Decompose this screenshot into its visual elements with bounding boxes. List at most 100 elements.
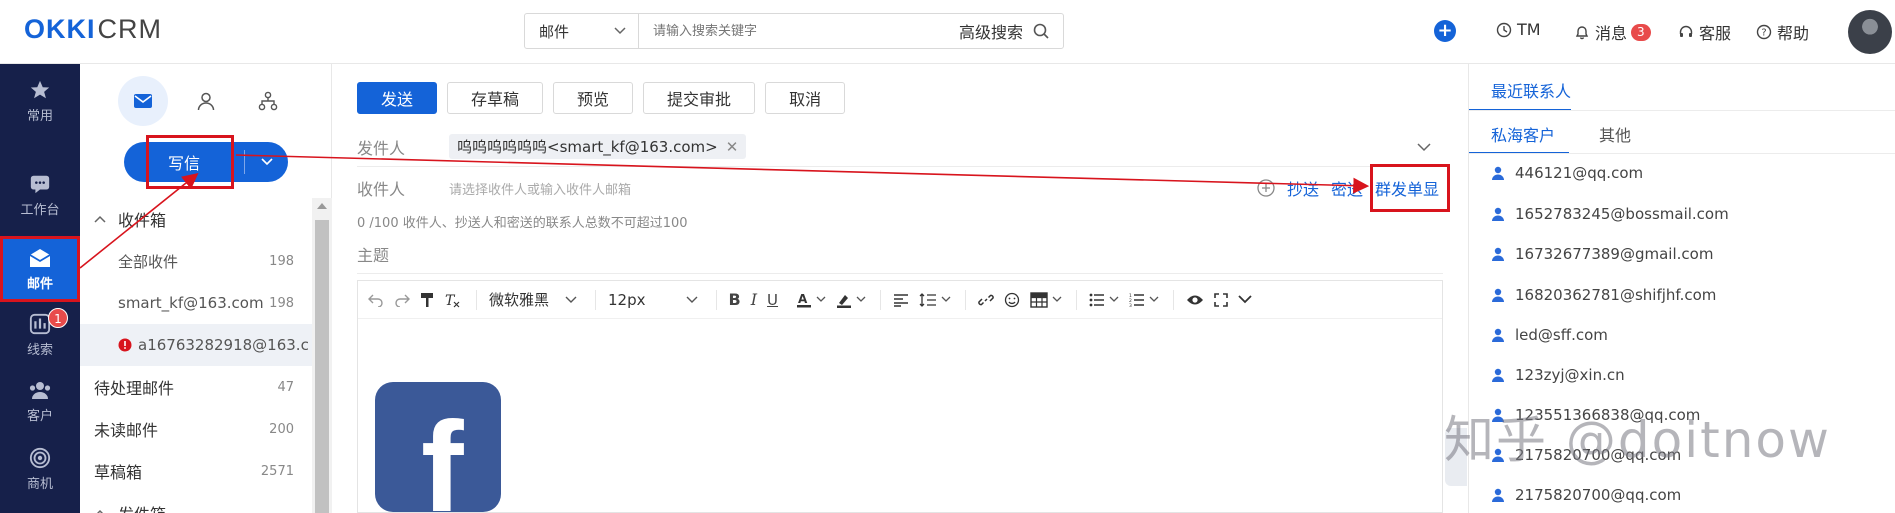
nav-label: 商机 <box>26 476 53 492</box>
folder-drafts[interactable]: 草稿箱 2571 <box>80 450 312 492</box>
emoji-icon[interactable] <box>1004 292 1020 308</box>
link-icon[interactable] <box>978 292 994 308</box>
tab-contacts[interactable] <box>181 76 231 126</box>
subject-input[interactable]: 主题 <box>357 234 1443 274</box>
nav-item-clues[interactable]: 线索 1 <box>0 302 80 368</box>
folder-account-smart-kf[interactable]: smart_kf@163.com 198 <box>80 282 312 324</box>
cancel-button[interactable]: 取消 <box>765 82 846 114</box>
person-icon <box>1492 207 1504 221</box>
folder-label: 草稿箱 <box>94 463 143 482</box>
tab-private-customers[interactable]: 私海客户 <box>1491 122 1555 146</box>
chevron-down-icon[interactable] <box>1417 143 1431 152</box>
sender-value: 呜呜呜呜呜呜<smart_kf@163.com> <box>457 138 718 156</box>
logo-product: CRM <box>97 14 162 44</box>
bold-icon[interactable]: B <box>729 290 741 309</box>
italic-icon[interactable]: I <box>751 290 757 309</box>
contact-item[interactable]: 16732677389@gmail.com <box>1491 245 1713 263</box>
tm-link[interactable]: TM <box>1496 20 1541 39</box>
advanced-search-link[interactable]: 高级搜索 <box>949 19 1033 43</box>
nav-item-mail[interactable]: 邮件 <box>0 236 80 302</box>
highlight-color-icon[interactable] <box>836 292 852 308</box>
underline-icon[interactable]: U <box>767 291 778 309</box>
font-size-value: 12px <box>608 290 646 309</box>
scrollbar-thumb[interactable] <box>315 220 329 513</box>
svg-text:A: A <box>798 292 808 306</box>
table-icon[interactable] <box>1030 291 1048 308</box>
tab-mail[interactable] <box>118 76 168 126</box>
tab-recent-contacts[interactable]: 最近联系人 <box>1491 78 1571 102</box>
contact-email: 446121@qq.com <box>1515 164 1644 182</box>
preview-button[interactable]: 预览 <box>553 82 634 114</box>
contact-item[interactable]: 446121@qq.com <box>1491 164 1643 182</box>
nav-item-workbench[interactable]: 工作台 <box>0 162 80 228</box>
font-color-icon[interactable]: A <box>796 292 812 308</box>
nav-item-opportunities[interactable]: 商机 <box>0 436 80 502</box>
logo[interactable]: OKKICRM <box>24 14 162 45</box>
chevron-down-icon <box>614 27 626 35</box>
clear-format-icon[interactable]: T <box>444 292 460 308</box>
nav-item-favorites[interactable]: 常用 <box>0 68 80 134</box>
contact-item[interactable]: 2175820700@qq.com <box>1491 486 1681 504</box>
tab-organization[interactable] <box>243 76 293 126</box>
search-input[interactable] <box>639 14 949 48</box>
facebook-logo-image: f <box>375 382 501 512</box>
add-circle-icon[interactable] <box>1257 179 1275 197</box>
folder-unread[interactable]: 未读邮件 200 <box>80 408 312 450</box>
bcc-link[interactable]: 密送 <box>1331 176 1363 200</box>
folder-label: 全部收件 <box>118 252 179 271</box>
numbered-list-icon[interactable]: 123 <box>1129 293 1145 307</box>
eye-icon[interactable] <box>1186 294 1204 306</box>
rich-text-editor[interactable]: T 微软雅黑 12px B I U A 1 2 3 f <box>357 280 1443 513</box>
service-link[interactable]: 客服 <box>1678 20 1731 44</box>
sender-chip[interactable]: 呜呜呜呜呜呜<smart_kf@163.com> ✕ <box>449 134 747 159</box>
mail-icon <box>29 248 51 267</box>
folder-inbox[interactable]: 收件箱 <box>80 198 312 240</box>
nav-item-customers[interactable]: 客户 <box>0 368 80 434</box>
contact-item[interactable]: led@sff.com <box>1491 326 1608 344</box>
chevron-down-icon[interactable] <box>941 296 951 303</box>
remove-sender-icon[interactable]: ✕ <box>726 138 739 156</box>
scroll-up-arrow-icon[interactable] <box>317 203 327 209</box>
folder-outbox[interactable]: 发件箱 <box>80 492 312 513</box>
folder-label: 待处理邮件 <box>94 379 175 398</box>
search-category-select[interactable]: 邮件 <box>525 14 639 48</box>
folder-account-a16763282918[interactable]: a16763282918@163.c <box>80 324 312 366</box>
chevron-down-icon[interactable] <box>856 296 866 303</box>
redo-icon[interactable] <box>394 293 410 307</box>
cc-link[interactable]: 抄送 <box>1287 176 1319 200</box>
messages-link[interactable]: 消息 3 <box>1574 20 1651 44</box>
folder-all-inbox[interactable]: 全部收件 198 <box>80 240 312 282</box>
line-height-icon[interactable] <box>919 292 937 307</box>
folder-scrollbar[interactable] <box>312 198 332 513</box>
font-size-select[interactable]: 12px <box>608 291 698 309</box>
contact-item[interactable]: 1652783245@bossmail.com <box>1491 205 1729 223</box>
chevron-down-icon[interactable] <box>816 296 826 303</box>
chevron-down-icon[interactable] <box>1149 296 1159 303</box>
save-draft-button[interactable]: 存草稿 <box>447 82 544 114</box>
tab-other[interactable]: 其他 <box>1599 122 1631 146</box>
more-options-chevron-icon[interactable] <box>1238 295 1252 304</box>
bullet-list-icon[interactable] <box>1089 293 1105 307</box>
avatar[interactable] <box>1848 10 1892 54</box>
align-left-icon[interactable] <box>893 293 909 307</box>
contact-item[interactable]: 123zyj@xin.cn <box>1491 366 1625 384</box>
chat-icon <box>30 175 50 193</box>
undo-icon[interactable] <box>368 293 384 307</box>
format-painter-icon[interactable] <box>420 292 434 308</box>
contact-item[interactable]: 16820362781@shifjhf.com <box>1491 286 1716 304</box>
submit-review-button[interactable]: 提交审批 <box>643 82 756 114</box>
send-button[interactable]: 发送 <box>357 82 438 114</box>
chevron-down-icon[interactable] <box>1109 296 1119 303</box>
add-icon[interactable]: + <box>1434 20 1456 42</box>
help-link[interactable]: ? 帮助 <box>1756 20 1809 44</box>
fullscreen-icon[interactable] <box>1214 292 1228 307</box>
search-icon[interactable] <box>1033 23 1063 39</box>
folder-count: 200 <box>269 421 294 437</box>
chevron-down-icon <box>686 296 698 303</box>
facebook-f-glyph: f <box>421 396 464 513</box>
recipient-input[interactable]: 请选择收件人或输入收件人邮箱 <box>449 179 631 198</box>
compose-dropdown-button[interactable] <box>245 142 288 182</box>
chevron-down-icon[interactable] <box>1052 296 1062 303</box>
font-family-select[interactable]: 微软雅黑 <box>489 289 577 310</box>
folder-pending[interactable]: 待处理邮件 47 <box>80 366 312 408</box>
